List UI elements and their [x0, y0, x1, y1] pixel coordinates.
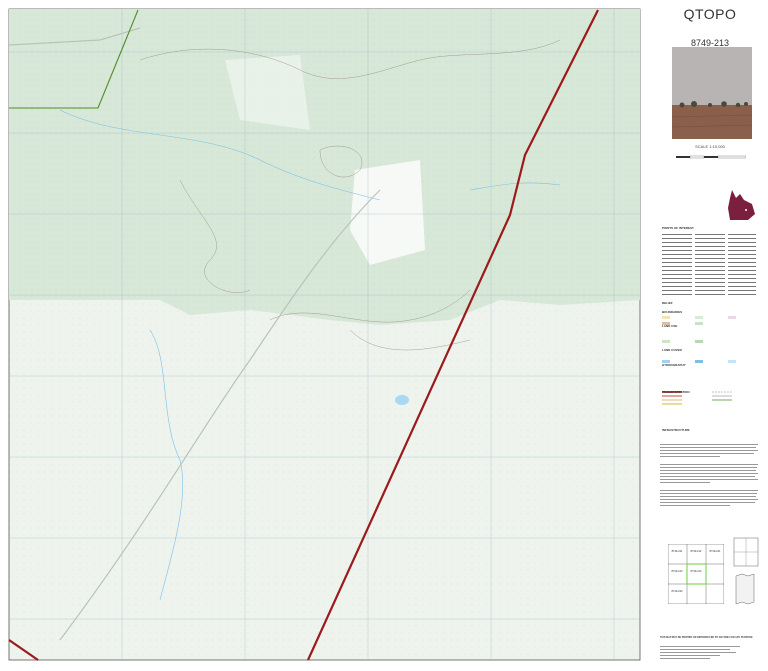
copyright-text: [660, 646, 740, 659]
scale-bar: [676, 155, 746, 159]
legend-section-transportation: TRANSPORTATION: [662, 390, 690, 394]
queensland-locator-map: [728, 190, 755, 220]
public-notice: THIS MAP MAY BE PRINTED OR REPRODUCED BY…: [660, 636, 753, 639]
waterhole: [395, 395, 409, 405]
topographic-map: [8, 8, 641, 661]
legend-section-infrastructure: INFRASTRUCTURE: [662, 428, 690, 432]
vegetation-area: [9, 9, 640, 325]
clearing-area: [350, 160, 425, 265]
legend-section-relief: RELIEF: [662, 301, 673, 305]
map-info-panel: QTOPO 8749-213 SCALE 1:10,000 POINTS OF …: [652, 0, 768, 671]
legend-section-hydrography: HYDROGRAPHY: [662, 363, 686, 367]
legend-section-boundaries: BOUNDARIES: [662, 310, 683, 314]
cover-photo: [672, 47, 752, 139]
brand-title: QTOPO: [683, 6, 737, 22]
fold-diagram: [733, 537, 759, 605]
legend-block: [662, 234, 756, 405]
legend-section-land-cover: LAND COVER: [662, 348, 682, 352]
legend-section-land-use: LAND USE: [662, 324, 678, 328]
legend-heading: POINTS OF INTEREST: [662, 226, 694, 230]
scale-label: SCALE 1:10,000: [695, 144, 725, 149]
disclaimer-text: [660, 444, 758, 506]
sheet-grid-lines: [668, 544, 724, 604]
adjoining-sheets-diagram: 8749-211 8749-212 8749-221 8749-213 8749…: [668, 544, 724, 604]
